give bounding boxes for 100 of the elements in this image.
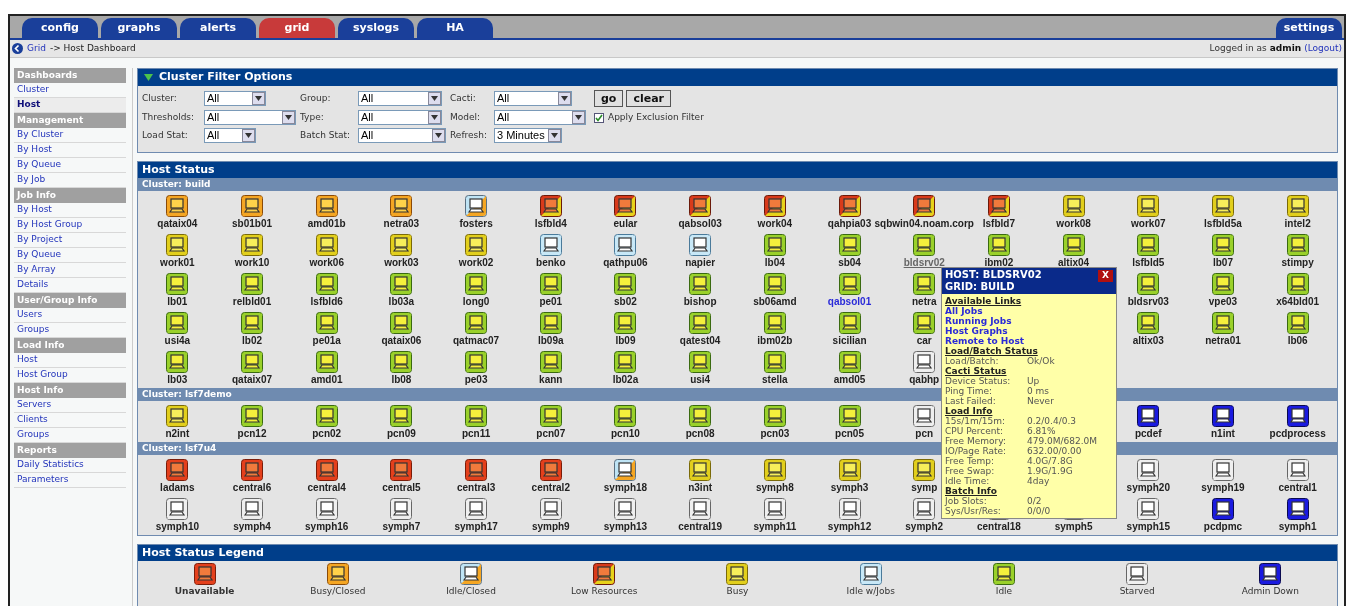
- host-name[interactable]: qabsol03: [678, 218, 722, 229]
- computer-icon[interactable]: [539, 459, 562, 481]
- computer-icon[interactable]: [539, 234, 562, 256]
- computer-icon[interactable]: [689, 312, 712, 334]
- computer-icon[interactable]: [539, 273, 562, 295]
- computer-icon[interactable]: [838, 312, 861, 334]
- host-name[interactable]: vpe03: [1208, 296, 1238, 307]
- host-name[interactable]: qabsol01: [827, 296, 872, 307]
- computer-icon[interactable]: [1062, 195, 1085, 217]
- sidebar-item[interactable]: By Host: [14, 143, 126, 158]
- host-name[interactable]: pcn10: [611, 428, 640, 439]
- computer-icon[interactable]: [913, 312, 936, 334]
- sidebar-item[interactable]: Clients: [14, 413, 126, 428]
- host-name[interactable]: work08: [1056, 218, 1091, 229]
- computer-icon[interactable]: [913, 405, 936, 427]
- host-name[interactable]: symp: [911, 482, 938, 493]
- computer-icon[interactable]: [465, 312, 488, 334]
- computer-icon[interactable]: [838, 351, 861, 373]
- computer-icon[interactable]: [838, 405, 861, 427]
- host-name[interactable]: relbld01: [232, 296, 272, 307]
- host-name[interactable]: n3int: [688, 482, 713, 493]
- computer-icon[interactable]: [166, 273, 189, 295]
- computer-icon[interactable]: [1137, 312, 1160, 334]
- host-name[interactable]: sb06amd: [753, 296, 797, 307]
- computer-icon[interactable]: [1211, 312, 1234, 334]
- host-name[interactable]: lb01: [167, 296, 188, 307]
- computer-icon[interactable]: [465, 273, 488, 295]
- computer-icon[interactable]: [315, 498, 338, 520]
- host-name[interactable]: lsfbld5: [1132, 257, 1165, 268]
- computer-icon[interactable]: [315, 459, 338, 481]
- filter-button[interactable]: go: [594, 90, 624, 107]
- computer-icon[interactable]: [1286, 195, 1309, 217]
- computer-icon[interactable]: [614, 459, 637, 481]
- host-name[interactable]: work07: [1131, 218, 1166, 229]
- host-name[interactable]: eular: [613, 218, 638, 229]
- computer-icon[interactable]: [614, 234, 637, 256]
- computer-icon[interactable]: [390, 498, 413, 520]
- computer-icon[interactable]: [1211, 234, 1234, 256]
- tooltip-link[interactable]: Remote to Host: [945, 336, 1025, 346]
- host-name[interactable]: napier: [685, 257, 716, 268]
- computer-icon[interactable]: [241, 459, 264, 481]
- computer-icon[interactable]: [241, 234, 264, 256]
- computer-icon[interactable]: [913, 498, 936, 520]
- host-name[interactable]: altix04: [1058, 257, 1090, 268]
- host-name[interactable]: symph3: [830, 482, 869, 493]
- tab[interactable]: syslogs: [338, 18, 414, 38]
- host-name[interactable]: sqbwin04.noam.corp: [874, 218, 974, 229]
- host-name[interactable]: lsfbld5a: [1204, 218, 1242, 229]
- computer-icon[interactable]: [614, 498, 637, 520]
- host-name[interactable]: central1: [1278, 482, 1317, 493]
- computer-icon[interactable]: [838, 273, 861, 295]
- computer-icon[interactable]: [1286, 405, 1309, 427]
- computer-icon[interactable]: [689, 273, 712, 295]
- sidebar-item[interactable]: By Cluster: [14, 128, 126, 143]
- host-name[interactable]: work06: [309, 257, 344, 268]
- host-name[interactable]: central5: [382, 482, 421, 493]
- computer-icon[interactable]: [763, 351, 786, 373]
- host-name[interactable]: stimpy: [1281, 257, 1314, 268]
- host-name[interactable]: lb02a: [612, 374, 639, 385]
- tooltip-link[interactable]: Host Graphs: [945, 326, 1008, 336]
- computer-icon[interactable]: [241, 405, 264, 427]
- host-name[interactable]: qataix07: [232, 374, 273, 385]
- host-name[interactable]: symph10: [155, 521, 199, 532]
- computer-icon[interactable]: [913, 273, 936, 295]
- host-name[interactable]: lb09: [615, 335, 636, 346]
- host-name[interactable]: pe01a: [312, 335, 341, 346]
- computer-icon[interactable]: [465, 234, 488, 256]
- host-name[interactable]: bldsrv02: [903, 257, 945, 268]
- sidebar-item[interactable]: By Host: [14, 203, 126, 218]
- host-name[interactable]: long0: [462, 296, 490, 307]
- sidebar-item[interactable]: By Project: [14, 233, 126, 248]
- host-name[interactable]: pcn12: [237, 428, 267, 439]
- computer-icon[interactable]: [838, 459, 861, 481]
- host-name[interactable]: pe01: [539, 296, 563, 307]
- computer-icon[interactable]: [315, 195, 338, 217]
- computer-icon[interactable]: [913, 195, 936, 217]
- host-name[interactable]: fosters: [459, 218, 493, 229]
- host-name[interactable]: pcn11: [461, 428, 491, 439]
- host-name[interactable]: pcn09: [386, 428, 416, 439]
- computer-icon[interactable]: [241, 312, 264, 334]
- computer-icon[interactable]: [763, 459, 786, 481]
- computer-icon[interactable]: [315, 312, 338, 334]
- logout-link[interactable]: (Logout): [1304, 41, 1342, 56]
- host-name[interactable]: intel2: [1284, 218, 1311, 229]
- host-name[interactable]: symph16: [305, 521, 349, 532]
- sidebar-item[interactable]: By Queue: [14, 158, 126, 173]
- computer-icon[interactable]: [315, 273, 338, 295]
- host-name[interactable]: bldsrv03: [1127, 296, 1169, 307]
- computer-icon[interactable]: [1062, 234, 1085, 256]
- host-name[interactable]: lb06: [1287, 335, 1308, 346]
- host-name[interactable]: n2int: [165, 428, 190, 439]
- computer-icon[interactable]: [614, 351, 637, 373]
- checkbox[interactable]: [594, 112, 604, 123]
- computer-icon[interactable]: [1211, 195, 1234, 217]
- sidebar-item[interactable]: By Host Group: [14, 218, 126, 233]
- computer-icon[interactable]: [838, 195, 861, 217]
- host-name[interactable]: symph12: [827, 521, 872, 532]
- tab[interactable]: HA: [417, 18, 493, 38]
- host-name[interactable]: n1int: [1211, 428, 1235, 439]
- host-name[interactable]: ladams: [160, 482, 195, 493]
